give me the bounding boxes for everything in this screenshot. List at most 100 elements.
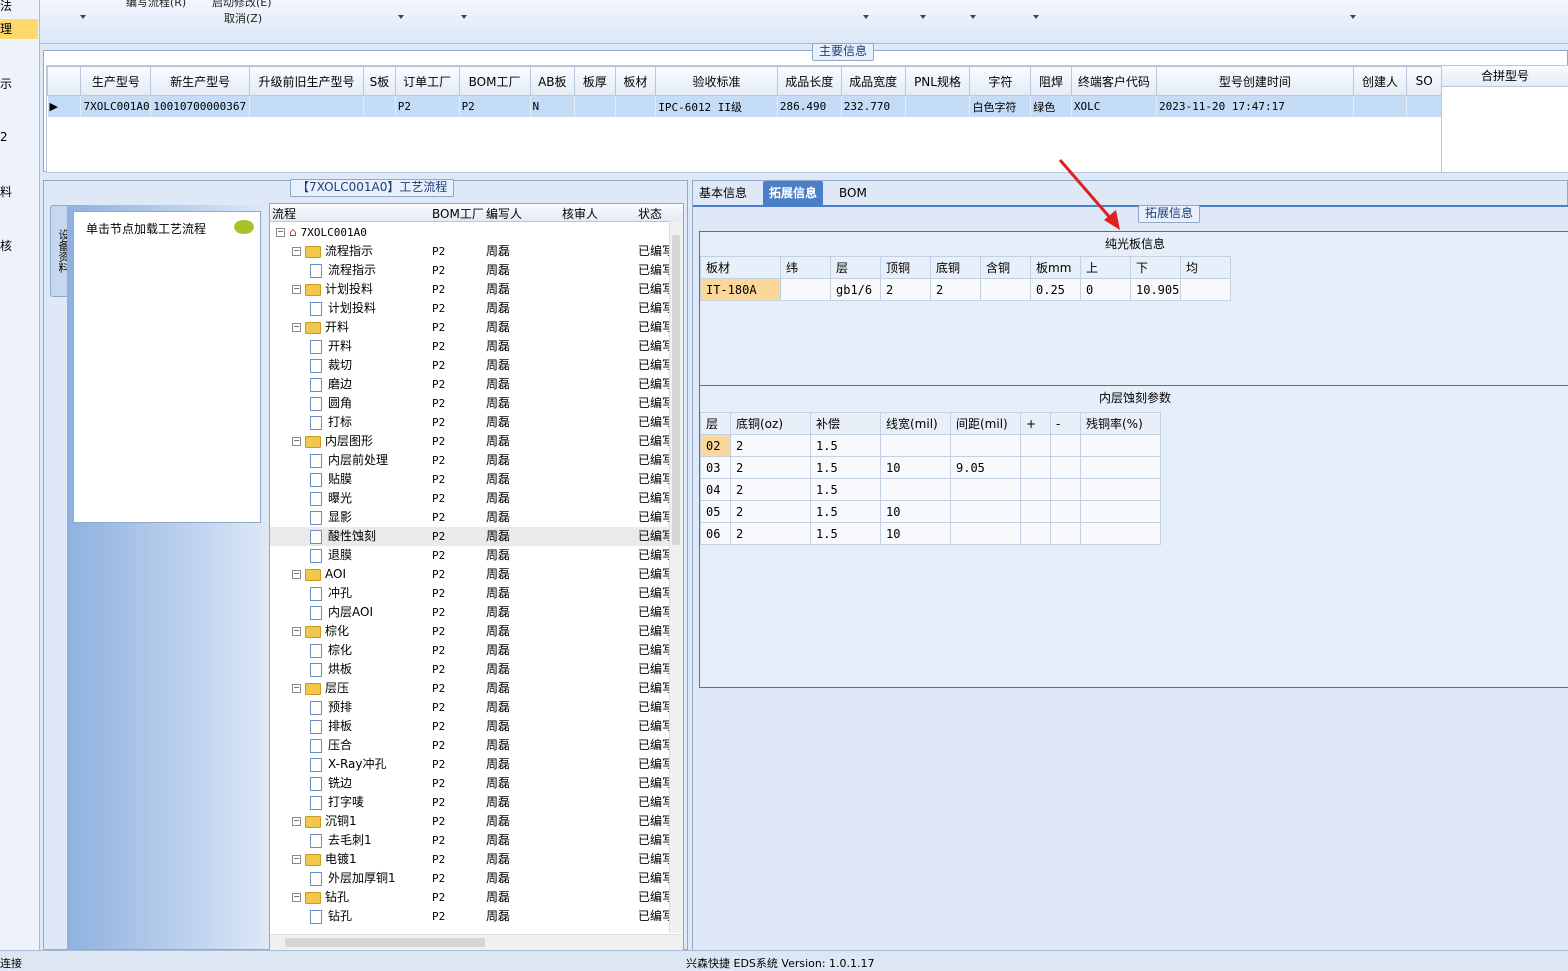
tree-node[interactable]: −内层图形P2周磊已编写 xyxy=(270,432,670,451)
tree-node[interactable]: −计划投料P2周磊已编写 xyxy=(270,280,670,299)
table-cell[interactable] xyxy=(249,95,365,117)
tree-node[interactable]: 外层加厚铜1P2周磊已编写 xyxy=(270,869,670,888)
collapse-icon[interactable]: − xyxy=(292,684,301,693)
column-header[interactable]: 订单工厂 xyxy=(394,66,460,96)
plain-board-cell[interactable]: 2 xyxy=(930,278,981,301)
table-cell[interactable] xyxy=(615,95,657,117)
tree-node[interactable]: 打字唛P2周磊已编写 xyxy=(270,793,670,812)
collapse-icon[interactable]: − xyxy=(292,247,301,256)
inner-etch-cell[interactable]: 1.5 xyxy=(810,478,881,501)
table-cell[interactable]: P2 xyxy=(395,95,460,117)
start-change-button[interactable]: 启动修改(E) xyxy=(212,0,272,10)
tree-node[interactable]: 酸性蚀刻P2周磊已编写 xyxy=(270,527,670,546)
column-header[interactable]: 创建人 xyxy=(1352,66,1408,96)
tree-node[interactable]: − ⌂ 7XOLC001A0 xyxy=(270,223,670,242)
tree-node[interactable]: 预排P2周磊已编写 xyxy=(270,698,670,717)
tree-node[interactable]: 烘板P2周磊已编写 xyxy=(270,660,670,679)
tree-node[interactable]: 退膜P2周磊已编写 xyxy=(270,546,670,565)
table-cell[interactable]: XOLC xyxy=(1071,95,1157,117)
collapse-icon[interactable]: − xyxy=(292,323,301,332)
nav-item-1[interactable]: 理 xyxy=(0,19,38,39)
tree-node[interactable]: 磨边P2周磊已编写 xyxy=(270,375,670,394)
inner-etch-cell[interactable]: 2 xyxy=(730,434,811,457)
tree-node[interactable]: 显影P2周磊已编写 xyxy=(270,508,670,527)
inner-etch-cell[interactable]: 04 xyxy=(700,478,731,501)
inner-etch-cell[interactable] xyxy=(1020,456,1051,479)
dropdown-arrow-icon[interactable] xyxy=(461,15,467,19)
inner-etch-cell[interactable]: 2 xyxy=(730,456,811,479)
column-header[interactable]: 终端客户代码 xyxy=(1070,66,1157,96)
h-scrollbar-thumb[interactable] xyxy=(285,938,485,947)
table-cell[interactable]: 232.770 xyxy=(841,95,906,117)
plain-board-cell[interactable] xyxy=(980,278,1031,301)
plain-board-cell[interactable] xyxy=(1180,278,1231,301)
tree-node[interactable]: 内层AOIP2周磊已编写 xyxy=(270,603,670,622)
table-cell[interactable]: N xyxy=(530,95,576,117)
tree-node[interactable]: −流程指示P2周磊已编写 xyxy=(270,242,670,261)
column-header[interactable]: 成品长度 xyxy=(776,66,842,96)
tree-node[interactable]: −开料P2周磊已编写 xyxy=(270,318,670,337)
table-cell[interactable] xyxy=(363,95,396,117)
inner-etch-cell[interactable] xyxy=(1080,522,1161,545)
collapse-icon[interactable]: − xyxy=(292,855,301,864)
column-header[interactable]: 成品宽度 xyxy=(840,66,906,96)
row-indicator[interactable]: ▶ xyxy=(47,95,82,117)
tree-column-header[interactable]: BOM工厂 xyxy=(432,205,484,222)
collapse-icon[interactable]: − xyxy=(292,627,301,636)
tree-column-header[interactable]: 状态 xyxy=(638,205,662,222)
tree-node[interactable]: −电镀1P2周磊已编写 xyxy=(270,850,670,869)
inner-etch-cell[interactable] xyxy=(950,434,1021,457)
inner-etch-cell[interactable]: 1.5 xyxy=(810,456,881,479)
inner-etch-cell[interactable] xyxy=(1050,456,1081,479)
plain-board-cell[interactable]: gb1/6 xyxy=(830,278,881,301)
column-header[interactable]: SO xyxy=(1406,66,1442,96)
dropdown-arrow-icon[interactable] xyxy=(398,15,404,19)
tree-node[interactable]: 去毛刺1P2周磊已编写 xyxy=(270,831,670,850)
table-cell[interactable] xyxy=(574,95,616,117)
tree-node[interactable]: 计划投料P2周磊已编写 xyxy=(270,299,670,318)
tree-node[interactable]: 流程指示P2周磊已编写 xyxy=(270,261,670,280)
tree-node[interactable]: X-Ray冲孔P2周磊已编写 xyxy=(270,755,670,774)
tree-node[interactable]: 开料P2周磊已编写 xyxy=(270,337,670,356)
column-header[interactable]: 阻焊 xyxy=(1030,66,1072,96)
table-cell[interactable] xyxy=(1406,95,1442,117)
scrollbar-thumb[interactable] xyxy=(672,235,680,545)
dropdown-arrow-icon[interactable] xyxy=(970,15,976,19)
table-cell[interactable] xyxy=(905,95,971,117)
plain-board-cell[interactable]: 10.905 xyxy=(1130,278,1181,301)
tree-node[interactable]: 裁切P2周磊已编写 xyxy=(270,356,670,375)
column-header[interactable]: 板材 xyxy=(614,66,657,96)
table-cell[interactable]: 绿色 xyxy=(1030,95,1072,117)
inner-etch-cell[interactable] xyxy=(1020,434,1051,457)
inner-etch-cell[interactable] xyxy=(1080,478,1161,501)
collapse-icon[interactable]: − xyxy=(276,228,285,237)
inner-etch-cell[interactable] xyxy=(950,522,1021,545)
inner-etch-cell[interactable]: 10 xyxy=(880,456,951,479)
tree-column-header[interactable]: 核审人 xyxy=(562,205,598,222)
plain-board-cell[interactable]: 0 xyxy=(1080,278,1131,301)
inner-etch-cell[interactable] xyxy=(1020,478,1051,501)
tree-node[interactable]: 贴膜P2周磊已编写 xyxy=(270,470,670,489)
inner-etch-cell[interactable] xyxy=(880,434,951,457)
tree-node[interactable]: −沉铜1P2周磊已编写 xyxy=(270,812,670,831)
inner-etch-cell[interactable]: 2 xyxy=(730,500,811,523)
inner-etch-cell[interactable]: 02 xyxy=(700,434,731,457)
collapse-icon[interactable]: − xyxy=(292,437,301,446)
table-cell[interactable]: 10010700000367 xyxy=(150,95,250,117)
tree-node[interactable]: −钻孔P2周磊已编写 xyxy=(270,888,670,907)
table-cell[interactable] xyxy=(1353,95,1408,117)
tree-node[interactable]: 铣边P2周磊已编写 xyxy=(270,774,670,793)
column-header[interactable]: 板厚 xyxy=(574,66,616,96)
column-header[interactable]: 字符 xyxy=(969,66,1032,96)
column-header[interactable]: 生产型号 xyxy=(80,66,152,96)
plain-board-cell[interactable]: IT-180A xyxy=(700,278,781,301)
tree-node[interactable]: 打标P2周磊已编写 xyxy=(270,413,670,432)
dropdown-arrow-icon[interactable] xyxy=(863,15,869,19)
inner-etch-cell[interactable]: 10 xyxy=(880,500,951,523)
vertical-scrollbar[interactable] xyxy=(669,221,683,933)
inner-etch-cell[interactable] xyxy=(950,478,1021,501)
inner-etch-cell[interactable]: 1.5 xyxy=(810,500,881,523)
tree-column-header[interactable]: 编写人 xyxy=(486,205,522,222)
plain-board-cell[interactable]: 0.25 xyxy=(1030,278,1081,301)
inner-etch-cell[interactable]: 1.5 xyxy=(810,522,881,545)
